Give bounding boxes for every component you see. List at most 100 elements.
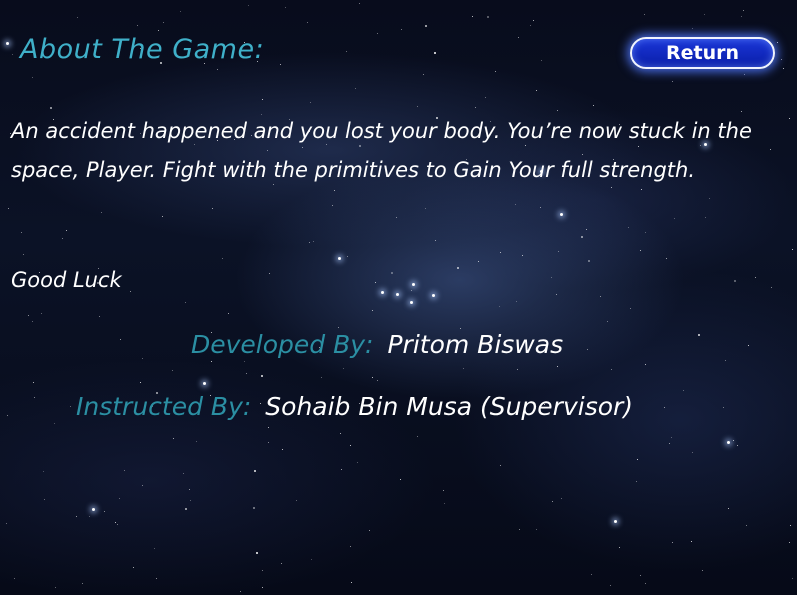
- star: [248, 5, 249, 6]
- star: [222, 258, 223, 259]
- star: [256, 552, 258, 554]
- star: [173, 438, 174, 439]
- star: [417, 106, 418, 107]
- star: [725, 360, 726, 361]
- star: [101, 212, 102, 213]
- star: [434, 52, 436, 54]
- star: [417, 436, 418, 437]
- star: [425, 208, 426, 209]
- star: [262, 99, 263, 100]
- bright-star: [560, 213, 563, 216]
- star: [120, 339, 121, 340]
- star: [140, 382, 141, 383]
- star: [783, 68, 784, 69]
- star: [743, 10, 744, 11]
- developer-name: Pritom Biswas: [387, 330, 564, 359]
- star: [698, 334, 700, 336]
- star: [341, 469, 342, 470]
- star: [82, 583, 83, 584]
- star: [115, 522, 116, 523]
- star: [296, 500, 297, 501]
- star: [34, 397, 35, 398]
- star: [130, 291, 131, 292]
- star: [457, 267, 459, 269]
- star: [156, 578, 157, 579]
- star: [704, 14, 705, 15]
- star: [76, 516, 77, 517]
- star: [228, 313, 229, 314]
- star: [640, 250, 641, 251]
- star: [117, 524, 118, 525]
- star: [311, 559, 312, 560]
- star: [637, 459, 638, 460]
- star: [683, 390, 684, 391]
- star: [671, 437, 672, 438]
- star: [261, 375, 263, 377]
- star: [443, 490, 444, 491]
- star: [500, 252, 501, 253]
- star: [282, 449, 283, 450]
- star: [14, 578, 15, 579]
- star: [692, 452, 693, 453]
- bright-star: [338, 257, 341, 260]
- star: [591, 574, 592, 575]
- star: [375, 282, 376, 283]
- star: [372, 377, 373, 378]
- star: [556, 294, 557, 295]
- star: [281, 563, 282, 564]
- star: [185, 508, 187, 510]
- star: [630, 308, 631, 309]
- star: [640, 575, 641, 576]
- star: [54, 423, 55, 424]
- star: [485, 97, 486, 98]
- star: [519, 529, 520, 530]
- star: [66, 230, 67, 231]
- star: [21, 232, 22, 233]
- star: [310, 102, 311, 103]
- star: [163, 22, 164, 23]
- star: [500, 465, 501, 466]
- star: [444, 503, 445, 504]
- star: [588, 260, 590, 262]
- star: [702, 570, 703, 571]
- star: [12, 54, 13, 55]
- star: [561, 498, 562, 499]
- star: [737, 445, 738, 446]
- star: [515, 204, 516, 205]
- star: [189, 489, 190, 490]
- star: [777, 42, 778, 43]
- bright-star: [203, 382, 206, 385]
- star: [33, 382, 34, 383]
- star: [645, 583, 646, 584]
- star: [619, 547, 620, 548]
- star: [518, 37, 519, 38]
- star: [587, 349, 588, 350]
- star: [789, 542, 790, 543]
- star: [185, 302, 186, 303]
- star: [8, 208, 9, 209]
- star: [669, 443, 670, 444]
- star: [104, 511, 105, 512]
- bright-star: [6, 42, 9, 45]
- bright-star: [92, 508, 95, 511]
- developer-credit: Developed By: Pritom Biswas: [191, 330, 563, 359]
- star: [99, 316, 100, 317]
- star: [350, 445, 351, 446]
- star: [55, 587, 56, 588]
- star: [154, 548, 155, 549]
- starfield-background: [0, 0, 797, 595]
- bright-star: [412, 283, 415, 286]
- star: [645, 232, 646, 233]
- star: [377, 380, 378, 381]
- star: [172, 370, 173, 371]
- star: [516, 301, 517, 302]
- star: [240, 591, 241, 592]
- star: [244, 361, 245, 362]
- star: [499, 306, 500, 307]
- star: [142, 485, 143, 486]
- return-button[interactable]: Return: [630, 37, 775, 69]
- page-title: About The Game:: [20, 34, 265, 65]
- star: [262, 587, 263, 588]
- star: [359, 3, 360, 4]
- star: [790, 525, 791, 526]
